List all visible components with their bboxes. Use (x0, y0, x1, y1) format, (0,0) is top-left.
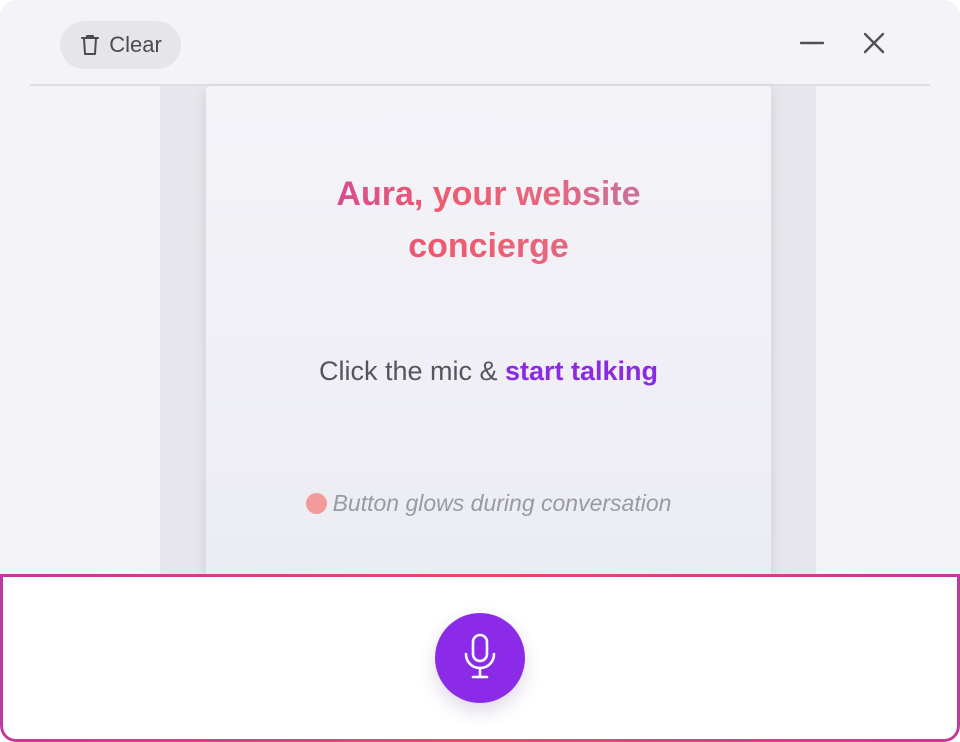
hint-text: Button glows during conversation (332, 490, 672, 516)
microphone-icon (460, 632, 500, 685)
clear-button[interactable]: Clear (60, 21, 181, 69)
input-panel (0, 574, 960, 742)
top-bar: Clear (0, 0, 960, 86)
hint: Button glows during conversation (206, 490, 771, 517)
close-button[interactable] (857, 28, 891, 62)
glow-indicator-dot (305, 493, 327, 514)
instruction-prefix: Click the mic & (318, 356, 505, 386)
clear-button-label: Clear (109, 32, 162, 57)
headline-line-2: concierge (408, 227, 569, 265)
headline: Aura, your website concierge (206, 168, 771, 272)
headline-line-1: Aura, your website (336, 175, 641, 213)
input-panel-inner (3, 577, 957, 739)
minimize-button[interactable] (795, 28, 829, 62)
close-icon (862, 31, 886, 60)
instruction-accent: start talking (505, 356, 659, 386)
instruction-text: Click the mic & start talking (206, 356, 771, 387)
chat-window: Clear Aura, your website concierge Click… (0, 0, 960, 742)
minimize-icon (799, 31, 825, 60)
mic-button[interactable] (435, 613, 525, 703)
welcome-card: Aura, your website concierge Click the m… (206, 86, 771, 576)
trash-icon (79, 33, 101, 57)
